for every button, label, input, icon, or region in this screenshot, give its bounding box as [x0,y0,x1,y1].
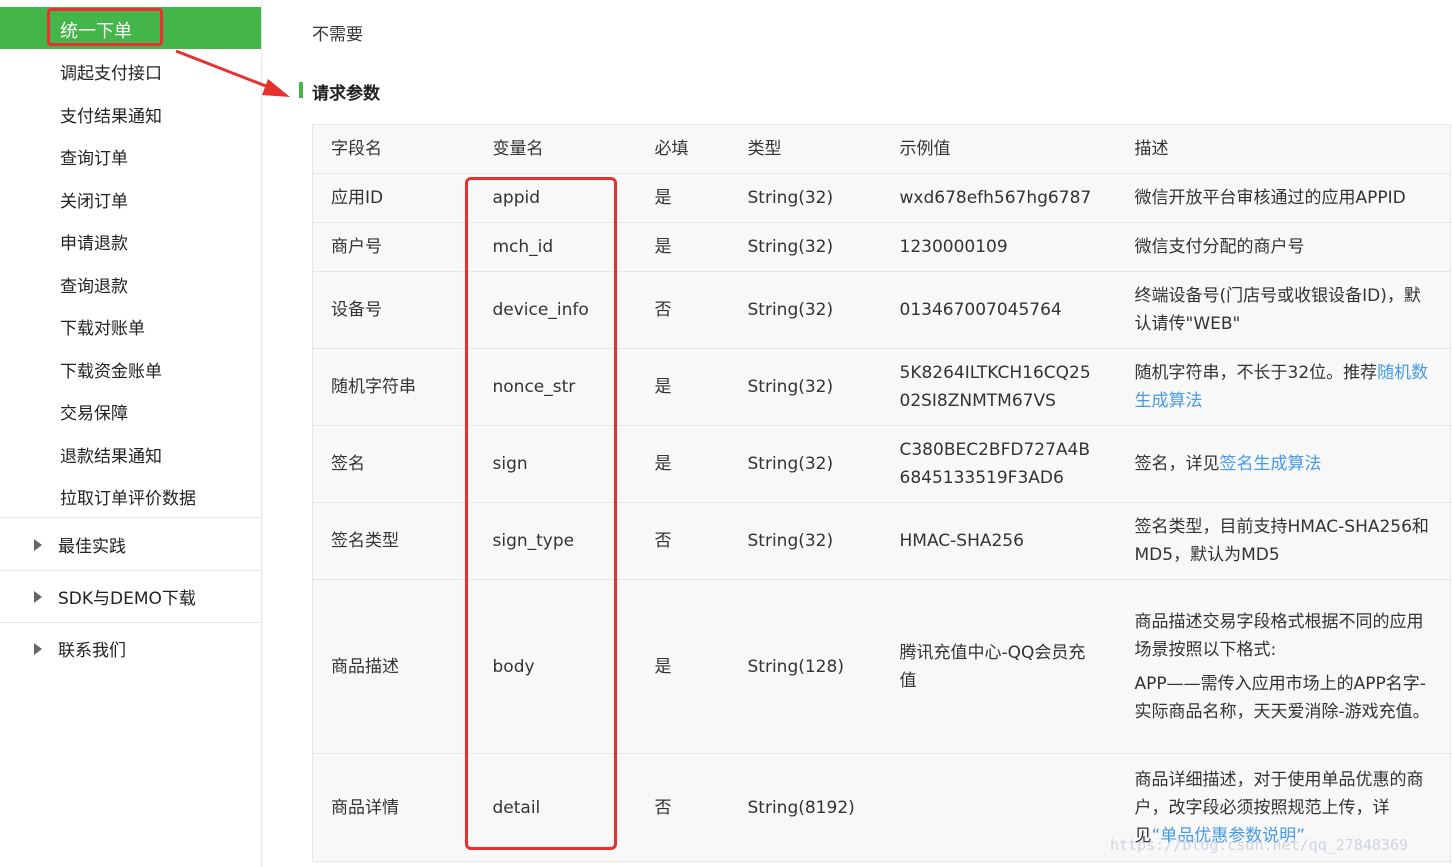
cell-type: String(32) [729,173,882,223]
annotation-arrow-icon [175,49,290,97]
triangle-right-icon [34,642,42,655]
cell-required: 是 [636,222,730,272]
cell-desc: 终端设备号(门店号或收银设备ID)，默认请传"WEB" [1116,271,1451,349]
cell-required: 是 [636,425,730,503]
sidebar-divider [0,570,261,571]
cell-type: String(8192) [729,753,882,862]
sidebar-group-label: 联系我们 [58,641,126,661]
cell-example: 腾讯充值中心-QQ会员充值 [881,579,1117,754]
column-header: 描述 [1116,124,1451,174]
cell-example: 013467007045764 [881,271,1117,349]
cell-desc: 签名类型，目前支持HMAC-SHA256和MD5，默认为MD5 [1116,502,1451,580]
cell-desc-text-2: APP——需传入应用市场上的APP名字-实际商品名称，天天爱消除-游戏充值。 [1134,673,1430,722]
annotation-box-nav [47,8,163,46]
cell-field: 随机字符串 [312,348,475,426]
cell-field: 商户号 [312,222,475,272]
triangle-right-icon [34,538,42,551]
cell-required: 否 [636,502,730,580]
sidebar-item-order-comments[interactable]: 拉取订单评价数据 [60,484,196,509]
prev-cell-text: 不需要 [312,25,363,45]
cell-type: String(32) [729,348,882,426]
cell-desc: 商品描述交易字段格式根据不同的应用场景按照以下格式: APP——需传入应用市场上的… [1116,579,1451,754]
table-header-row: 字段名 变量名 必填 类型 示例值 描述 [312,124,1451,174]
section-marker [299,82,303,98]
sidebar-item-query-refund[interactable]: 查询退款 [60,272,128,297]
cell-type: String(128) [729,579,882,754]
cell-example [881,753,1117,862]
watermark: https://blog.csdn.net/qq_27848369 [1110,836,1409,854]
cell-type: String(32) [729,271,882,349]
cell-required: 是 [636,348,730,426]
cell-field: 设备号 [312,271,475,349]
section-title: 请求参数 [312,84,380,104]
cell-field: 签名 [312,425,475,503]
cell-example: HMAC-SHA256 [881,502,1117,580]
triangle-right-icon [34,590,42,603]
cell-example: 5K8264ILTKCH16CQ2502SI8ZNMTM67VS [881,348,1117,426]
sign-algorithm-link[interactable]: 签名生成算法 [1220,454,1322,474]
cell-desc: 微信开放平台审核通过的应用APPID [1116,173,1451,223]
cell-desc-text: 签名，详见 [1134,454,1220,474]
cell-example: C380BEC2BFD727A4B6845133519F3AD6 [881,425,1117,503]
sidebar-divider [0,517,261,518]
cell-desc: 随机字符串，不长于32位。推荐随机数生成算法 [1116,348,1451,426]
cell-example: 1230000109 [881,222,1117,272]
cell-field: 签名类型 [312,502,475,580]
sidebar-item-download-fund[interactable]: 下载资金账单 [60,357,162,382]
sidebar-item-invoke-payment[interactable]: 调起支付接口 [60,59,162,84]
sidebar-item-trade-guarantee[interactable]: 交易保障 [60,399,128,424]
sidebar-item-refund[interactable]: 申请退款 [60,229,128,254]
cell-desc-text: 商品描述交易字段格式根据不同的应用场景按照以下格式: [1134,611,1424,660]
cell-type: String(32) [729,502,882,580]
sidebar-group-label: 最佳实践 [58,537,126,557]
column-header: 变量名 [474,124,637,174]
sidebar-group-best-practice[interactable]: 最佳实践 [34,532,126,557]
sidebar-item-query-order[interactable]: 查询订单 [60,144,128,169]
cell-required: 是 [636,579,730,754]
sidebar-item-download-bill[interactable]: 下载对账单 [60,314,145,339]
cell-required: 否 [636,753,730,862]
sidebar-item-payment-notify[interactable]: 支付结果通知 [60,102,162,127]
column-header: 字段名 [312,124,475,174]
sidebar: 统一下单 调起支付接口 支付结果通知 查询订单 关闭订单 申请退款 查询退款 下… [0,0,262,867]
cell-field: 商品描述 [312,579,475,754]
cell-field: 应用ID [312,173,475,223]
cell-desc: 签名，详见签名生成算法 [1116,425,1451,503]
cell-type: String(32) [729,222,882,272]
cell-field: 商品详情 [312,753,475,862]
cell-desc-text: 随机字符串，不长于32位。推荐 [1134,363,1378,383]
sidebar-group-contact[interactable]: 联系我们 [34,636,126,661]
cell-required: 否 [636,271,730,349]
sidebar-item-close-order[interactable]: 关闭订单 [60,187,128,212]
sidebar-divider [0,622,261,623]
cell-desc: 微信支付分配的商户号 [1116,222,1451,272]
sidebar-group-sdk-demo[interactable]: SDK与DEMO下载 [34,584,196,609]
column-header: 必填 [636,124,730,174]
cell-type: String(32) [729,425,882,503]
sidebar-group-label: SDK与DEMO下载 [58,589,196,609]
cell-required: 是 [636,173,730,223]
sidebar-item-refund-notify[interactable]: 退款结果通知 [60,442,162,467]
cell-example: wxd678efh567hg6787 [881,173,1117,223]
column-header: 类型 [729,124,882,174]
annotation-box-var-column [465,177,617,850]
column-header: 示例值 [881,124,1117,174]
